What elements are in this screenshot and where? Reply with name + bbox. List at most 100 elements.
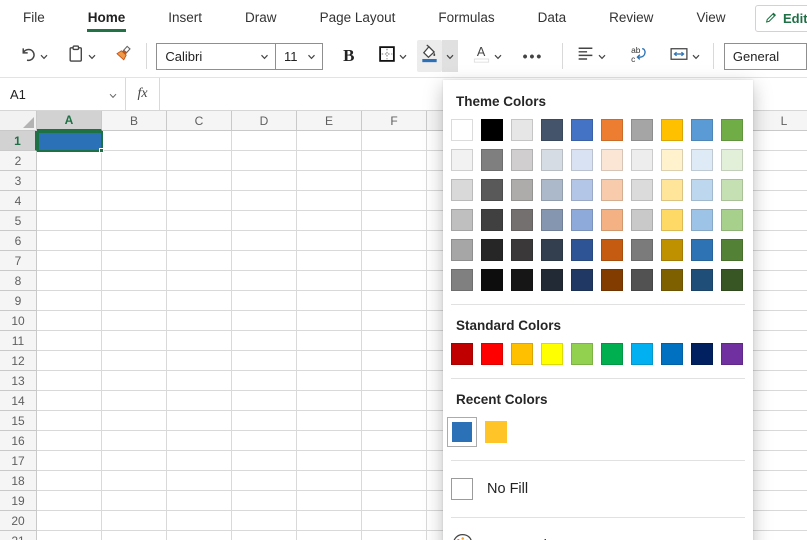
column-header-f[interactable]: F	[362, 111, 427, 131]
theme-color-r5-c1[interactable]	[451, 239, 473, 261]
standard-color-8[interactable]	[661, 343, 683, 365]
theme-color-r6-c3[interactable]	[511, 269, 533, 291]
standard-color-10[interactable]	[721, 343, 743, 365]
insert-function-button[interactable]: fx	[126, 78, 160, 110]
theme-color-r6-c7[interactable]	[631, 269, 653, 291]
ribbon-tab-formulas[interactable]: Formulas	[437, 1, 495, 34]
theme-color-r3-c1[interactable]	[451, 179, 473, 201]
theme-color-r2-c4[interactable]	[541, 149, 563, 171]
row-header-5[interactable]: 5	[0, 211, 37, 231]
theme-color-r3-c4[interactable]	[541, 179, 563, 201]
theme-color-r2-c10[interactable]	[721, 149, 743, 171]
ribbon-tab-file[interactable]: File	[22, 1, 46, 34]
theme-color-r3-c2[interactable]	[481, 179, 503, 201]
standard-color-9[interactable]	[691, 343, 713, 365]
theme-color-r4-c3[interactable]	[511, 209, 533, 231]
theme-color-r1-c2[interactable]	[481, 119, 503, 141]
theme-color-r3-c8[interactable]	[661, 179, 683, 201]
theme-color-r6-c1[interactable]	[451, 269, 473, 291]
font-size-combo[interactable]: 11	[276, 43, 323, 70]
recent-color-1-selected[interactable]	[447, 417, 477, 447]
row-header-7[interactable]: 7	[0, 251, 37, 271]
theme-color-r3-c6[interactable]	[601, 179, 623, 201]
theme-color-r2-c2[interactable]	[481, 149, 503, 171]
undo-button[interactable]	[16, 40, 51, 72]
recent-color-2[interactable]	[481, 417, 511, 447]
ribbon-tab-review[interactable]: Review	[608, 1, 654, 34]
fill-color-button[interactable]	[417, 40, 442, 72]
bold-button[interactable]: B	[332, 40, 365, 72]
merge-center-button[interactable]	[666, 40, 703, 72]
standard-color-5[interactable]	[571, 343, 593, 365]
font-color-button[interactable]: A	[469, 40, 505, 72]
theme-color-r4-c5[interactable]	[571, 209, 593, 231]
editing-mode-button[interactable]: Editing	[755, 5, 807, 32]
wrap-text-button[interactable]: abc	[626, 40, 652, 72]
row-header-12[interactable]: 12	[0, 351, 37, 371]
theme-color-r4-c9[interactable]	[691, 209, 713, 231]
theme-color-r6-c8[interactable]	[661, 269, 683, 291]
theme-color-r5-c7[interactable]	[631, 239, 653, 261]
column-header-e[interactable]: E	[297, 111, 362, 131]
theme-color-r4-c8[interactable]	[661, 209, 683, 231]
column-header-b[interactable]: B	[102, 111, 167, 131]
theme-color-r2-c5[interactable]	[571, 149, 593, 171]
theme-color-r6-c4[interactable]	[541, 269, 563, 291]
theme-color-r1-c6[interactable]	[601, 119, 623, 141]
row-header-10[interactable]: 10	[0, 311, 37, 331]
column-header-c[interactable]: C	[167, 111, 232, 131]
theme-color-r1-c7[interactable]	[631, 119, 653, 141]
theme-color-r6-c10[interactable]	[721, 269, 743, 291]
theme-color-r1-c10[interactable]	[721, 119, 743, 141]
row-header-21[interactable]: 21	[0, 531, 37, 540]
theme-color-r6-c9[interactable]	[691, 269, 713, 291]
standard-color-1[interactable]	[451, 343, 473, 365]
number-format-combo[interactable]: General	[724, 43, 807, 70]
more-options-button[interactable]: •••	[514, 40, 553, 72]
ribbon-tab-draw[interactable]: Draw	[244, 1, 278, 34]
theme-color-r3-c7[interactable]	[631, 179, 653, 201]
theme-color-r5-c10[interactable]	[721, 239, 743, 261]
borders-button[interactable]	[375, 40, 410, 72]
standard-color-4[interactable]	[541, 343, 563, 365]
theme-color-r5-c2[interactable]	[481, 239, 503, 261]
theme-color-r1-c9[interactable]	[691, 119, 713, 141]
theme-color-r2-c6[interactable]	[601, 149, 623, 171]
row-header-3[interactable]: 3	[0, 171, 37, 191]
row-header-8[interactable]: 8	[0, 271, 37, 291]
ribbon-tab-view[interactable]: View	[695, 1, 726, 34]
theme-color-r3-c5[interactable]	[571, 179, 593, 201]
align-button[interactable]	[573, 40, 609, 72]
theme-color-r3-c10[interactable]	[721, 179, 743, 201]
theme-color-r5-c9[interactable]	[691, 239, 713, 261]
row-header-19[interactable]: 19	[0, 491, 37, 511]
theme-color-r3-c3[interactable]	[511, 179, 533, 201]
ribbon-tab-data[interactable]: Data	[537, 1, 568, 34]
font-name-combo[interactable]: Calibri	[156, 43, 276, 70]
row-header-20[interactable]: 20	[0, 511, 37, 531]
more-colors-option[interactable]: More Colors...	[451, 531, 753, 540]
row-header-1[interactable]: 1	[0, 131, 37, 151]
theme-color-r2-c7[interactable]	[631, 149, 653, 171]
theme-color-r1-c3[interactable]	[511, 119, 533, 141]
theme-color-r4-c6[interactable]	[601, 209, 623, 231]
theme-color-r3-c9[interactable]	[691, 179, 713, 201]
row-header-16[interactable]: 16	[0, 431, 37, 451]
theme-color-r2-c9[interactable]	[691, 149, 713, 171]
theme-color-r1-c1[interactable]	[451, 119, 473, 141]
row-header-14[interactable]: 14	[0, 391, 37, 411]
theme-color-r5-c4[interactable]	[541, 239, 563, 261]
standard-color-2[interactable]	[481, 343, 503, 365]
theme-color-r5-c8[interactable]	[661, 239, 683, 261]
standard-color-6[interactable]	[601, 343, 623, 365]
row-header-6[interactable]: 6	[0, 231, 37, 251]
no-fill-option[interactable]: No Fill	[451, 474, 753, 504]
theme-color-r1-c4[interactable]	[541, 119, 563, 141]
select-all-button[interactable]	[0, 111, 37, 131]
row-header-11[interactable]: 11	[0, 331, 37, 351]
row-header-13[interactable]: 13	[0, 371, 37, 391]
standard-color-7[interactable]	[631, 343, 653, 365]
theme-color-r2-c8[interactable]	[661, 149, 683, 171]
standard-color-3[interactable]	[511, 343, 533, 365]
theme-color-r6-c5[interactable]	[571, 269, 593, 291]
